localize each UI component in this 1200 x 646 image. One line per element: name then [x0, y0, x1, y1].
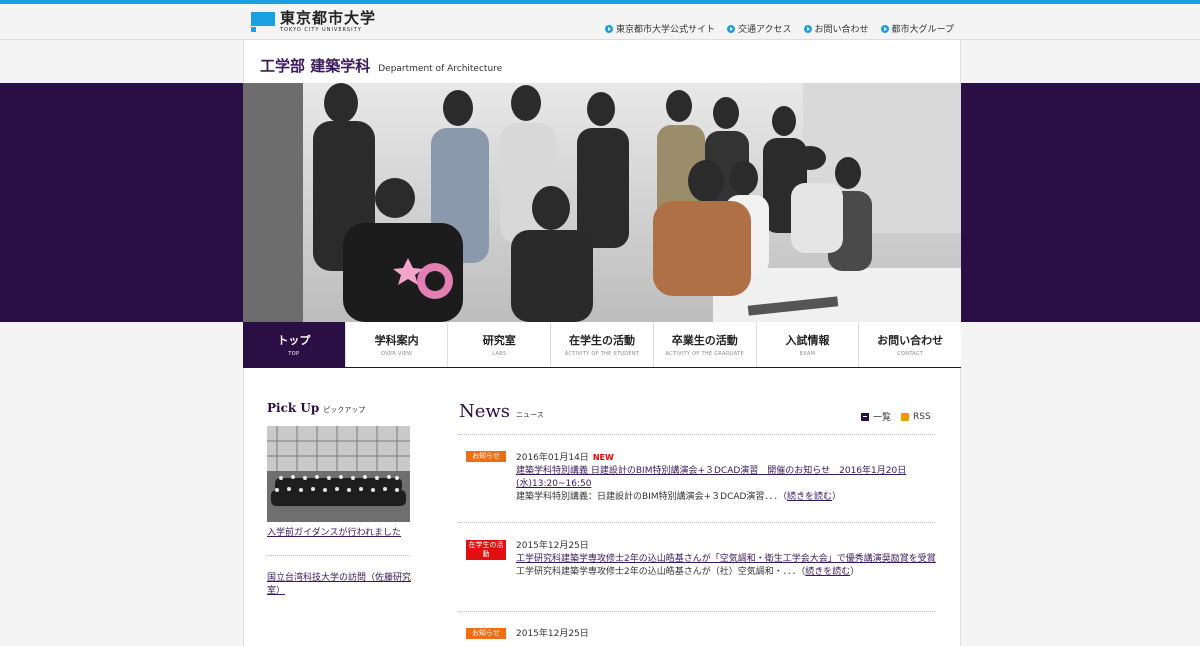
news-summary: 工学研究科建築学専攻修士2年の込山皓基さんが（社）空気調和・．．．（続きを読む） — [516, 567, 860, 577]
nav-student-activity[interactable]: 在学生の活動 ACTIVITY OF THE STUDENT — [551, 322, 654, 367]
arrow-circle-icon — [803, 24, 812, 33]
nav-contact[interactable]: お問い合わせ CONTACT — [859, 322, 961, 367]
read-more-link[interactable]: 続きを読む — [805, 567, 850, 577]
department-title[interactable]: 工学部 建築学科 Department of Architecture — [260, 55, 502, 76]
news-heading: News ニュース — [459, 401, 544, 422]
pickup-photo-image — [267, 426, 410, 522]
category-badge: お知らせ — [466, 451, 506, 462]
news-divider — [459, 611, 935, 612]
arrow-circle-icon — [604, 24, 613, 33]
site-header: 東京都市大学 TOKYO CITY UNIVERSITY 東京都市大学公式サイト… — [0, 4, 1200, 40]
department-title-en: Department of Architecture — [378, 64, 503, 74]
news-item: お知らせ 2016年01月14日 NEW 建築学科特別講義 日建設計のBIM特別講… — [466, 451, 936, 511]
rss-icon — [901, 412, 910, 421]
logo-name-en: TOKYO CITY UNIVERSITY — [280, 27, 362, 33]
pickup-item-link[interactable]: 入学前ガイダンスが行われました — [267, 527, 412, 540]
access-link[interactable]: 交通アクセス — [726, 22, 792, 35]
new-badge: NEW — [592, 453, 614, 462]
news-date: 2015年12月25日 — [516, 629, 589, 639]
news-summary: 建築学科特別講義：日建設計のBIM特別講演会+３DCAD演習．．．（続きを読む） — [516, 492, 841, 502]
pickup-heading: Pick Up ピックアップ — [267, 401, 366, 415]
inquiry-link[interactable]: お問い合わせ — [803, 22, 869, 35]
pickup-thumbnail[interactable] — [267, 426, 410, 522]
department-title-jp: 工学部 建築学科 — [260, 57, 371, 75]
news-divider — [459, 434, 935, 435]
news-headline-link[interactable]: 工学研究科建築学専攻修士2年の込山皓基さんが「空気調和・衛生工学会大会」で優秀講… — [516, 553, 936, 566]
news-divider — [459, 522, 935, 523]
news-item: お知らせ 2015年12月25日 — [466, 628, 936, 646]
nav-exam[interactable]: 入試情報 EXAM — [757, 322, 860, 367]
news-date: 2015年12月25日 — [516, 541, 589, 551]
nav-graduate-activity[interactable]: 卒業生の活動 ACTIVITY OF THE GRADUATE — [654, 322, 757, 367]
news-item: 在学生の活動 2015年12月25日 工学研究科建築学専攻修士2年の込山皓基さん… — [466, 540, 936, 600]
read-more-link[interactable]: 続きを読む — [787, 492, 832, 502]
university-logo[interactable]: 東京都市大学 TOKYO CITY UNIVERSITY — [251, 10, 376, 34]
arrow-circle-icon — [880, 24, 889, 33]
pickup-item-link[interactable]: 国立台湾科技大学の訪問（佐藤研究室） — [267, 572, 412, 598]
logo-mark-icon — [251, 12, 275, 32]
main-nav: トップ TOP 学科案内 OVER VIEW 研究室 LABS 在学生の活動 A… — [243, 322, 961, 368]
header-links: 東京都市大学公式サイト 交通アクセス お問い合わせ 都市大グループ — [604, 22, 954, 35]
nav-top[interactable]: トップ TOP — [243, 322, 346, 367]
pickup-divider — [267, 555, 410, 556]
news-headline-link[interactable]: 建築学科特別講義 日建設計のBIM特別講演会+３DCAD演習 開催のお知らせ 2… — [516, 465, 936, 491]
news-tools: 一覧 RSS — [861, 410, 931, 423]
news-list-link[interactable]: 一覧 — [861, 410, 891, 423]
category-badge: お知らせ — [466, 628, 506, 639]
hero-photo — [243, 83, 961, 322]
nav-overview[interactable]: 学科案内 OVER VIEW — [346, 322, 449, 367]
arrow-circle-icon — [726, 24, 735, 33]
logo-name-jp: 東京都市大学 — [280, 9, 377, 27]
official-site-link[interactable]: 東京都市大学公式サイト — [604, 22, 715, 35]
nav-labs[interactable]: 研究室 LABS — [448, 322, 552, 367]
category-badge: 在学生の活動 — [466, 540, 506, 560]
news-date: 2016年01月14日 — [516, 453, 589, 463]
rss-link[interactable]: RSS — [901, 410, 931, 423]
group-photo-image — [243, 83, 961, 322]
list-icon — [861, 412, 869, 421]
group-link[interactable]: 都市大グループ — [880, 22, 954, 35]
